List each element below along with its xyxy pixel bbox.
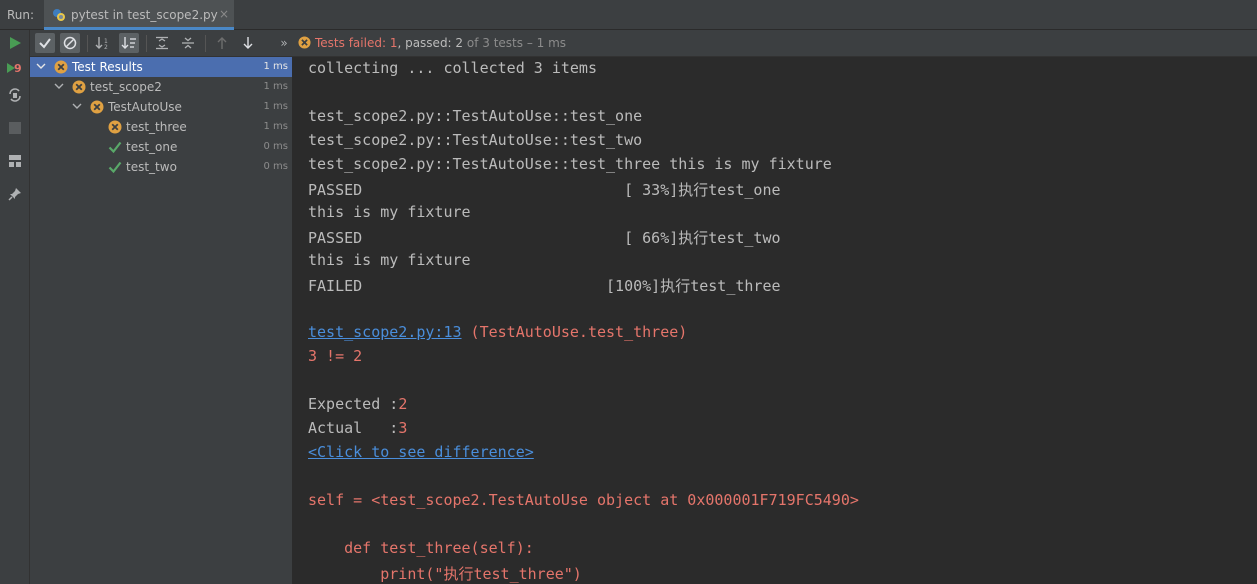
console-line: def test_three(self): (308, 539, 534, 557)
tree-node-label: test_three (126, 120, 187, 134)
actual-label: Actual : (308, 419, 399, 437)
tree-node-test-three[interactable]: test_three 1 ms (30, 117, 292, 137)
failed-status-icon (298, 36, 311, 49)
stop-icon[interactable] (6, 119, 24, 137)
failed-test-icon (90, 100, 104, 114)
failure-test-name: (TestAutoUse.test_three) (461, 323, 688, 341)
show-difference-link[interactable]: <Click to see difference> (308, 443, 534, 461)
toolbar-separator (87, 35, 88, 52)
sort-duration-icon[interactable] (119, 33, 139, 53)
console-line: test_scope2.py:13 (TestAutoUse.test_thre… (308, 323, 687, 345)
test-runner-toolbar: 1 2 » Tests failed: 1, passed: 2 of 3 te… (30, 30, 1257, 57)
svg-text:9: 9 (14, 62, 22, 75)
chevron-down-icon[interactable] (71, 100, 83, 112)
chevron-down-icon[interactable] (53, 80, 65, 92)
status-total: of 3 tests – 1 ms (463, 36, 567, 50)
tree-node-time: 1 ms (263, 81, 289, 92)
console-line: collecting ... collected 3 items (308, 59, 597, 77)
console-line: PASSED [ 66%]执行test_two (308, 229, 781, 247)
passed-check-icon (108, 141, 122, 154)
passed-check-icon (108, 161, 122, 174)
run-label: Run: (7, 8, 35, 22)
rerun-icon[interactable] (6, 34, 24, 52)
expected-label: Expected : (308, 395, 399, 413)
console-line: test_scope2.py::TestAutoUse::test_two (308, 131, 643, 149)
show-ignored-icon[interactable] (60, 33, 80, 53)
tree-node-test-scope2[interactable]: test_scope2 1 ms (30, 77, 292, 97)
tree-node-time: 0 ms (263, 141, 289, 152)
test-results-tree: Test Results 1 ms test_scope2 1 ms TestA… (30, 57, 293, 584)
svg-text:2: 2 (104, 44, 108, 51)
tree-node-test-one[interactable]: test_one 0 ms (30, 137, 292, 157)
expand-all-icon[interactable] (152, 33, 172, 53)
tree-node-label: test_one (126, 140, 178, 154)
tree-node-test-results[interactable]: Test Results 1 ms (30, 57, 292, 77)
sort-alpha-icon[interactable]: 1 2 (93, 33, 113, 53)
tree-node-time: 1 ms (263, 101, 289, 112)
console-line: Expected :2 (308, 395, 407, 417)
console-line: this is my fixture (308, 203, 471, 221)
status-passed-count: 2 (455, 36, 464, 50)
toolbar-separator (146, 35, 147, 52)
rerun-failed-icon[interactable]: 9 (6, 60, 24, 78)
tree-node-time: 1 ms (263, 61, 289, 72)
tree-node-testautouse[interactable]: TestAutoUse 1 ms (30, 97, 292, 117)
collapse-all-icon[interactable] (178, 33, 198, 53)
console-line: this is my fixture (308, 251, 471, 269)
tree-node-label: TestAutoUse (108, 100, 182, 114)
previous-failed-icon[interactable] (212, 33, 232, 53)
console-line: FAILED [100%]执行test_three (308, 277, 781, 295)
console-line: PASSED [ 33%]执行test_one (308, 181, 781, 199)
console-line: self = <test_scope2.TestAutoUse object a… (308, 491, 859, 509)
run-tool-window-header: Run: pytest in test_scope2.py × (0, 0, 1257, 30)
tree-node-label: test_scope2 (90, 80, 162, 94)
left-toolbar: 9 (0, 30, 30, 584)
toolbar-separator (205, 35, 206, 52)
chevron-down-icon[interactable] (35, 60, 47, 72)
console-line: test_scope2.py::TestAutoUse::test_three … (308, 155, 832, 173)
source-location-link[interactable]: test_scope2.py:13 (308, 323, 462, 341)
failed-test-icon (72, 80, 86, 94)
console-line: Actual :3 (308, 419, 407, 441)
toggle-auto-test-icon[interactable] (6, 86, 24, 104)
tree-node-label: Test Results (72, 60, 143, 74)
failed-test-icon (108, 120, 122, 134)
close-icon[interactable]: × (219, 7, 229, 21)
run-tab-title: pytest in test_scope2.py (71, 8, 218, 22)
actual-value: 3 (398, 419, 408, 437)
tree-node-time: 0 ms (263, 161, 289, 172)
status-failed-label: Tests failed: (315, 36, 390, 50)
tree-node-label: test_two (126, 160, 177, 174)
pin-icon[interactable] (6, 185, 24, 203)
assertion-message: 3 != 2 (308, 347, 363, 365)
next-failed-icon[interactable] (238, 33, 258, 53)
tree-node-test-two[interactable]: test_two 0 ms (30, 157, 292, 177)
test-status-summary: Tests failed: 1, passed: 2 of 3 tests – … (298, 36, 566, 50)
console-line: test_scope2.py::TestAutoUse::test_one (308, 107, 643, 125)
layout-icon[interactable] (6, 152, 24, 170)
python-test-icon (52, 8, 66, 22)
console-line: print("执行test_three") (308, 565, 582, 583)
show-passed-icon[interactable] (35, 33, 55, 53)
tree-node-time: 1 ms (263, 121, 289, 132)
run-tab[interactable]: pytest in test_scope2.py × (44, 0, 234, 30)
failed-test-icon (54, 60, 68, 74)
expected-value: 2 (398, 395, 408, 413)
console-line: <Click to see difference> (308, 443, 534, 465)
status-passed-label: , passed: (397, 36, 456, 50)
more-icon[interactable]: » (274, 33, 294, 53)
console-output[interactable]: collecting ... collected 3 items test_sc… (294, 57, 1257, 584)
